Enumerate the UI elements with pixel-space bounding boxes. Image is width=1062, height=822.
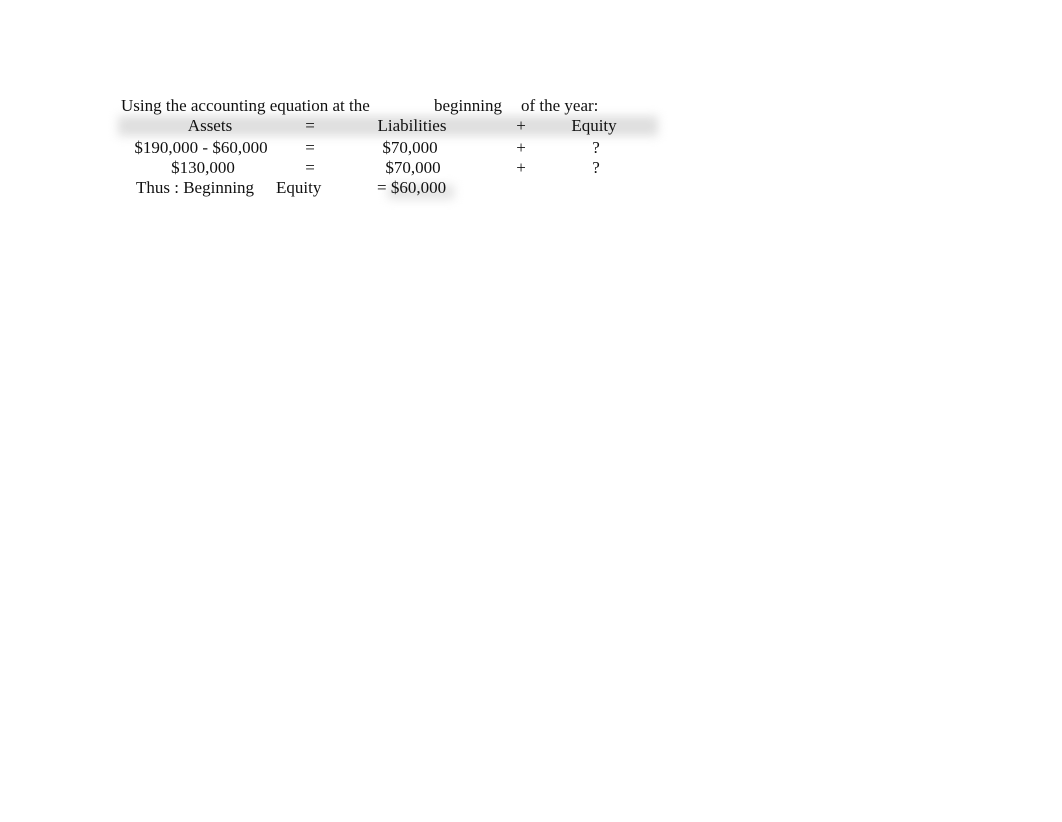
row-equals: =	[305, 158, 315, 177]
intro-of-the-year: of the year:	[521, 96, 599, 115]
row-liabilities: $70,000	[382, 138, 438, 157]
row-assets: $190,000 - $60,000	[134, 138, 268, 157]
row-assets: $130,000	[171, 158, 235, 177]
conclusion-term: Equity	[276, 178, 322, 197]
conclusion-result: = $60,000	[377, 178, 447, 197]
row-equity: ?	[592, 158, 600, 177]
row-plus: +	[516, 138, 526, 157]
row-equity: ?	[592, 138, 600, 157]
row-equals: =	[305, 138, 315, 157]
header-equals: =	[305, 116, 315, 135]
header-plus: +	[516, 116, 526, 135]
row-liabilities: $70,000	[385, 158, 441, 177]
header-liabilities: Liabilities	[377, 116, 447, 135]
header-equity: Equity	[571, 116, 617, 135]
header-assets: Assets	[187, 116, 233, 135]
intro-text: Using the accounting equation at the	[121, 96, 370, 115]
intro-beginning: beginning	[434, 96, 502, 115]
conclusion-label: Thus : Beginning	[136, 178, 255, 197]
row-plus: +	[516, 158, 526, 177]
